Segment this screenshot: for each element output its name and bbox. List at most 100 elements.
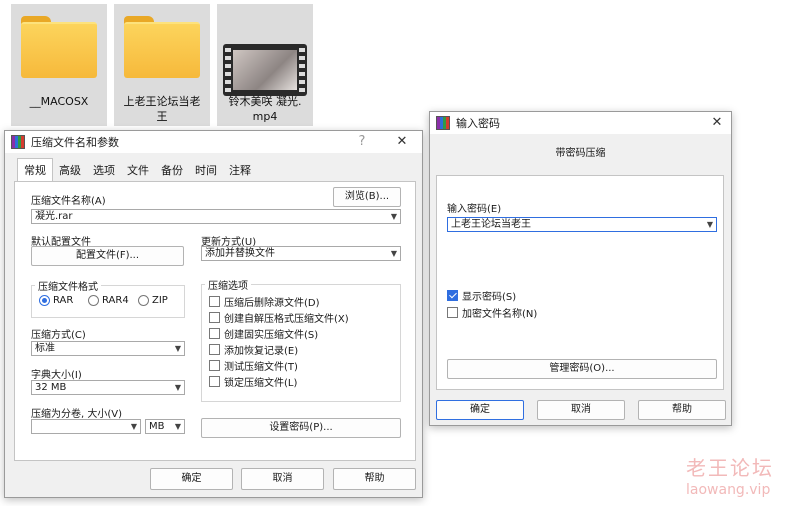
method-value: 标准	[35, 343, 55, 354]
chevron-down-icon: ▼	[174, 344, 181, 353]
file-name: __MACOSX	[29, 95, 89, 108]
checkbox-icon	[209, 296, 220, 307]
options-group-title: 压缩选项	[205, 277, 251, 292]
tab-options[interactable]: 选项	[87, 159, 121, 181]
archive-dialog: 压缩文件名和参数 ? ✕ 常规 高级 选项 文件 备份 时间 注释 压缩文件名称…	[4, 130, 423, 498]
password-cancel-button[interactable]: 取消	[537, 400, 625, 420]
checkbox-icon	[209, 344, 220, 355]
file-tile-video[interactable]: 铃木美咲 凝光. mp4	[217, 4, 313, 126]
radio-selected-icon	[39, 295, 50, 306]
archive-dialog-title: 压缩文件名和参数	[31, 136, 119, 149]
file-name-line: 上老王论坛当老 王	[123, 95, 201, 123]
tab-general[interactable]: 常规	[17, 158, 53, 181]
watermark-url: laowang.vip	[686, 482, 771, 498]
option-label: 锁定压缩文件(L)	[224, 378, 298, 389]
ok-button[interactable]: 确定	[150, 468, 233, 490]
video-file-icon	[223, 44, 307, 96]
profile-button[interactable]: 配置文件(F)...	[31, 246, 184, 266]
option-label: 创建固实压缩文件(S)	[224, 330, 319, 341]
password-label: 输入密码(E)	[447, 204, 502, 215]
option-test[interactable]: 测试压缩文件(T)	[209, 358, 298, 373]
split-size-field[interactable]: ▼	[31, 419, 141, 434]
archive-name-value: 凝光.rar	[35, 211, 73, 222]
password-ok-button[interactable]: 确定	[436, 400, 524, 420]
file-name-line: 铃木美咲 凝光. mp4	[228, 95, 302, 123]
password-value: 上老王论坛当老王	[451, 219, 531, 230]
file-tile-folder[interactable]: 上老王论坛当老 王	[114, 4, 210, 126]
option-solid[interactable]: 创建固实压缩文件(S)	[209, 326, 318, 341]
winrar-icon	[436, 116, 450, 130]
tab-bar: 常规 高级 选项 文件 备份 时间 注释	[11, 158, 257, 181]
format-label: RAR4	[102, 295, 129, 306]
chevron-down-icon: ▼	[706, 220, 713, 229]
help-button[interactable]: 帮助	[333, 468, 416, 490]
split-unit-value: MB	[149, 421, 165, 432]
set-password-button[interactable]: 设置密码(P)...	[201, 418, 401, 438]
password-help-button[interactable]: 帮助	[638, 400, 726, 420]
checkbox-icon	[209, 328, 220, 339]
format-radio-rar4[interactable]: RAR4	[88, 295, 129, 306]
option-label: 测试压缩文件(T)	[224, 362, 298, 373]
checkbox-icon	[209, 312, 220, 323]
tab-advanced[interactable]: 高级	[53, 159, 87, 181]
option-sfx[interactable]: 创建自解压格式压缩文件(X)	[209, 310, 349, 325]
close-icon[interactable]: ✕	[393, 133, 411, 151]
encrypt-names-label: 加密文件名称(N)	[462, 309, 538, 320]
show-password-checkbox[interactable]: 显示密码(S)	[447, 288, 516, 303]
close-icon[interactable]: ✕	[708, 114, 726, 132]
radio-icon	[138, 295, 149, 306]
checkbox-icon	[209, 360, 220, 371]
dict-size-select[interactable]: 32 MB ▼	[31, 380, 185, 395]
file-name: 上老王论坛当老 王	[116, 94, 208, 124]
split-unit-select[interactable]: MB ▼	[145, 419, 185, 434]
password-dialog: 输入密码 ✕ 带密码压缩 输入密码(E) 上老王论坛当老王 ▼ 显示密码(S) …	[429, 111, 732, 426]
watermark-title: 老王论坛	[686, 456, 774, 480]
folder-icon	[21, 16, 97, 80]
show-password-label: 显示密码(S)	[462, 292, 517, 303]
encrypt-names-checkbox[interactable]: 加密文件名称(N)	[447, 305, 537, 320]
format-radio-rar[interactable]: RAR	[39, 295, 73, 306]
dict-size-value: 32 MB	[35, 382, 67, 393]
chevron-down-icon: ▼	[130, 422, 137, 431]
update-mode-select[interactable]: 添加并替换文件 ▼	[201, 246, 401, 261]
format-label: ZIP	[152, 295, 168, 306]
tab-comment[interactable]: 注释	[223, 159, 257, 181]
browse-button[interactable]: 浏览(B)...	[333, 187, 401, 207]
tab-backup[interactable]: 备份	[155, 159, 189, 181]
format-radio-zip[interactable]: ZIP	[138, 295, 168, 306]
manage-passwords-button[interactable]: 管理密码(O)...	[447, 359, 717, 379]
password-heading: 带密码压缩	[555, 148, 606, 159]
format-group-title: 压缩文件格式	[35, 278, 101, 293]
option-label: 添加恢复记录(E)	[224, 346, 299, 357]
option-label: 压缩后删除源文件(D)	[224, 298, 320, 309]
password-input[interactable]: 上老王论坛当老王 ▼	[447, 217, 717, 232]
option-lock[interactable]: 锁定压缩文件(L)	[209, 374, 297, 389]
dict-size-label: 字典大小(I)	[31, 370, 82, 381]
cancel-button[interactable]: 取消	[241, 468, 324, 490]
file-name: 铃木美咲 凝光. mp4	[219, 94, 311, 124]
option-label: 创建自解压格式压缩文件(X)	[224, 314, 349, 325]
password-dialog-title: 输入密码	[456, 117, 500, 130]
checkbox-icon	[209, 376, 220, 387]
winrar-icon	[11, 135, 25, 149]
option-delete-source[interactable]: 压缩后删除源文件(D)	[209, 294, 320, 309]
file-tile-macosx[interactable]: __MACOSX	[11, 4, 107, 126]
archive-name-label: 压缩文件名称(A)	[31, 196, 106, 207]
method-label: 压缩方式(C)	[31, 330, 86, 341]
checkbox-checked-icon	[447, 290, 458, 301]
update-mode-value: 添加并替换文件	[205, 248, 275, 259]
general-panel: 压缩文件名称(A) 浏览(B)... 凝光.rar ▼ 默认配置文件 配置文件(…	[14, 181, 416, 461]
chevron-down-icon: ▼	[174, 422, 181, 431]
password-dialog-titlebar[interactable]: 输入密码	[430, 112, 731, 134]
archive-name-field[interactable]: 凝光.rar ▼	[31, 209, 401, 224]
radio-icon	[88, 295, 99, 306]
checkbox-icon	[447, 307, 458, 318]
password-panel: 输入密码(E) 上老王论坛当老王 ▼ 显示密码(S) 加密文件名称(N) 管理密…	[436, 175, 724, 390]
tab-time[interactable]: 时间	[189, 159, 223, 181]
chevron-down-icon: ▼	[174, 383, 181, 392]
folder-icon	[124, 16, 200, 80]
method-select[interactable]: 标准 ▼	[31, 341, 185, 356]
tab-files[interactable]: 文件	[121, 159, 155, 181]
help-question-icon[interactable]: ?	[353, 133, 371, 151]
option-recovery[interactable]: 添加恢复记录(E)	[209, 342, 298, 357]
